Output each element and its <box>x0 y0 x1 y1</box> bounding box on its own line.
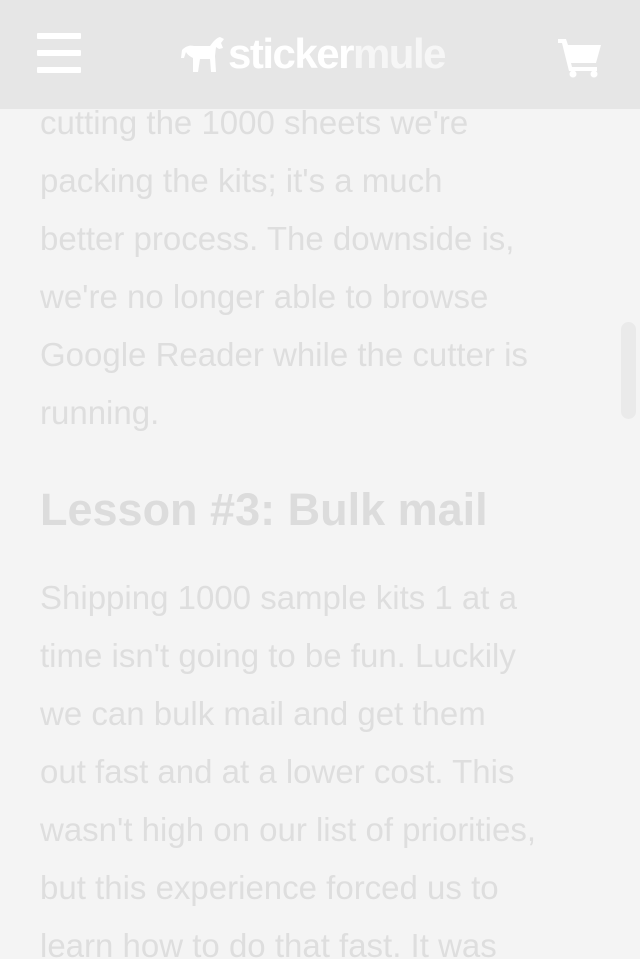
hamburger-menu-button[interactable] <box>37 33 81 73</box>
text-line: time isn't going to be fun. Luckily <box>40 637 516 674</box>
article-paragraph: Shipping 1000 sample kits 1 at a time is… <box>40 569 610 959</box>
text-line: learn how to do that fast. It was <box>40 927 497 959</box>
text-line: running. <box>40 394 160 431</box>
text-line: packing the kits; it's a much <box>40 162 443 199</box>
article-body: cutting the 1000 sheets we're packing th… <box>40 94 610 959</box>
page: sticker mule cutting the 1000 sheets we'r… <box>0 0 640 959</box>
article-paragraph: cutting the 1000 sheets we're packing th… <box>40 94 610 442</box>
stickermule-logo[interactable]: sticker mule <box>180 30 447 78</box>
text-line: Shipping 1000 sample kits 1 at a <box>40 579 517 616</box>
logo-text-mule: mule <box>352 30 447 77</box>
text-line: we can bulk mail and get them <box>40 695 486 732</box>
cart-button[interactable] <box>557 36 603 78</box>
top-nav-bar: sticker mule <box>0 0 640 109</box>
text-line: Google Reader while the cutter is <box>40 336 528 373</box>
shopping-cart-icon <box>558 39 601 78</box>
text-line: we're no longer able to browse <box>40 278 489 315</box>
text-line: better process. The downside is, <box>40 220 515 257</box>
section-heading: Lesson #3: Bulk mail <box>40 484 488 535</box>
logo-text-sticker: sticker <box>228 30 354 77</box>
mule-logo-icon <box>181 37 224 72</box>
scrollbar-thumb[interactable] <box>621 322 636 419</box>
text-line: out fast and at a lower cost. This <box>40 753 515 790</box>
text-line: but this experience forced us to <box>40 869 499 906</box>
text-line: wasn't high on our list of priorities, <box>40 811 537 848</box>
